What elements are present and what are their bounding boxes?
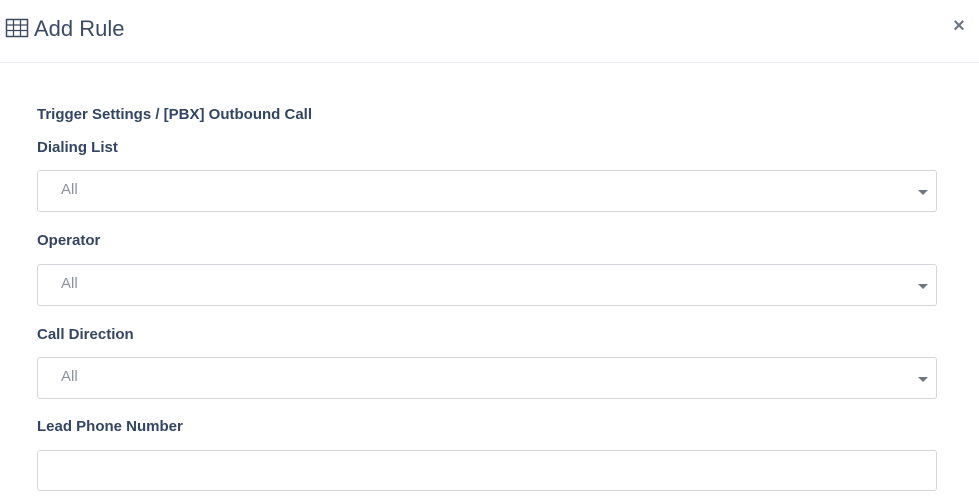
operator-value: All <box>61 275 78 292</box>
section-title: Trigger Settings / [PBX] Outbound Call <box>37 106 313 123</box>
table-grid-icon <box>5 17 29 39</box>
caret-down-icon <box>918 284 928 289</box>
operator-select[interactable]: All <box>37 264 937 306</box>
modal-header: Add Rule × <box>0 0 979 63</box>
operator-label: Operator <box>37 232 101 249</box>
add-rule-modal: Add Rule × Trigger Settings / [PBX] Outb… <box>0 0 979 501</box>
operator-group: Operator All <box>37 230 937 306</box>
call-direction-select[interactable]: All <box>37 357 937 399</box>
dialing-list-label: Dialing List <box>37 139 118 156</box>
caret-down-icon <box>918 377 928 382</box>
call-direction-value: All <box>61 368 78 385</box>
lead-phone-input[interactable] <box>37 450 937 491</box>
call-direction-group: Call Direction All <box>37 324 937 399</box>
dialing-list-value: All <box>61 181 78 198</box>
lead-phone-label: Lead Phone Number <box>37 418 183 435</box>
dialing-list-group: Dialing List All <box>37 137 937 212</box>
modal-body: Trigger Settings / [PBX] Outbound Call D… <box>37 104 937 491</box>
caret-down-icon <box>918 190 928 195</box>
lead-phone-group: Lead Phone Number <box>37 416 937 491</box>
close-button[interactable]: × <box>949 14 969 38</box>
dialing-list-select[interactable]: All <box>37 170 937 212</box>
call-direction-label: Call Direction <box>37 326 134 343</box>
modal-title: Add Rule <box>34 16 125 41</box>
